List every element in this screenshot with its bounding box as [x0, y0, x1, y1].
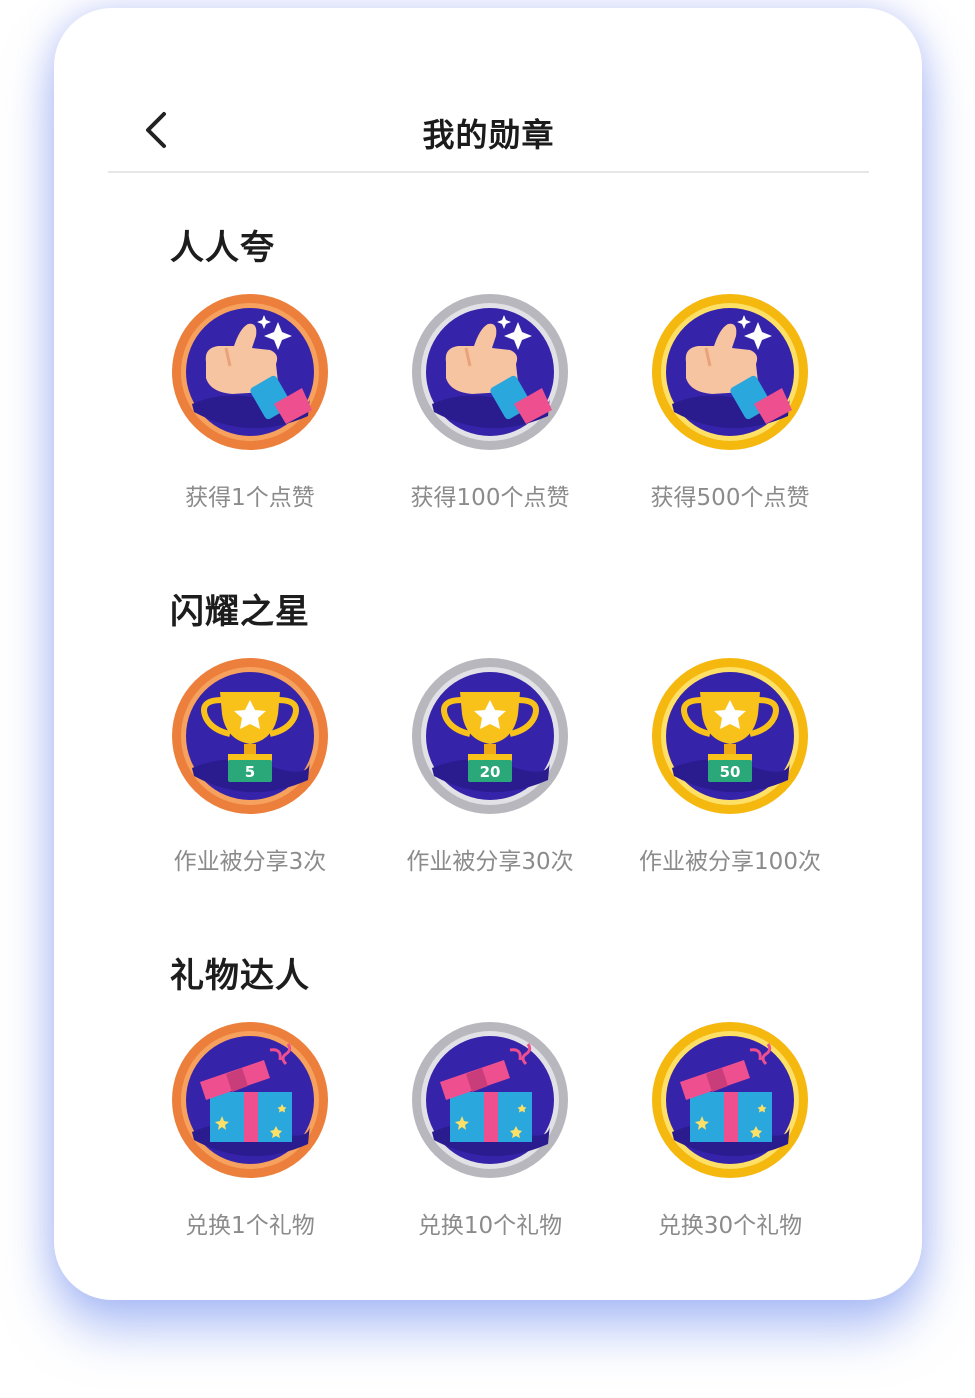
trophy-icon: 20: [412, 658, 568, 814]
nav-bar: 我的勋章: [108, 68, 869, 173]
badge-label: 作业被分享3次: [173, 849, 327, 875]
bronze-medal: [170, 1020, 330, 1180]
badge-label: 作业被分享100次: [639, 849, 821, 875]
trophy-number: 50: [720, 763, 741, 781]
gold-medal: [650, 1020, 810, 1180]
badge-gift-gold[interactable]: 兑换30个礼物: [630, 1020, 830, 1240]
page-title: 我的勋章: [422, 116, 555, 154]
bronze-medal: 5: [170, 656, 330, 816]
section-title: 闪耀之星: [170, 592, 310, 632]
trophy-icon: 50: [652, 658, 808, 814]
bronze-medal: [170, 292, 330, 452]
badge-gift-silver[interactable]: 兑换10个礼物: [390, 1020, 590, 1240]
gift-box-icon: [652, 1022, 808, 1178]
badge-label: 兑换30个礼物: [657, 1213, 803, 1239]
trophy-number: 5: [245, 763, 255, 781]
silver-medal: [410, 1020, 570, 1180]
silver-medal: [410, 292, 570, 452]
section-title: 礼物达人: [170, 956, 310, 996]
badges-screen: 我的勋章 人人夸 获得1个点赞 获得100个点赞 获得500个点赞 闪耀之星 5…: [54, 8, 922, 1300]
badge-gift-bronze[interactable]: 兑换1个礼物: [150, 1020, 350, 1240]
badge-praise-gold[interactable]: 获得500个点赞: [630, 292, 830, 512]
badge-label: 兑换1个礼物: [185, 1213, 315, 1239]
gold-medal: [650, 292, 810, 452]
thumbs-up-icon: [172, 294, 328, 450]
badge-star-silver[interactable]: 20 作业被分享30次: [390, 656, 590, 876]
badge-label: 作业被分享30次: [406, 849, 574, 875]
trophy-icon: 5: [172, 658, 328, 814]
gift-box-icon: [172, 1022, 328, 1178]
gift-box-icon: [412, 1022, 568, 1178]
section-title: 人人夸: [170, 228, 275, 268]
trophy-number: 20: [480, 763, 501, 781]
badge-label: 获得100个点赞: [410, 485, 570, 511]
gold-medal: 50: [650, 656, 810, 816]
silver-medal: 20: [410, 656, 570, 816]
thumbs-up-icon: [412, 294, 568, 450]
thumbs-up-icon: [652, 294, 808, 450]
badge-label: 获得500个点赞: [650, 485, 810, 511]
badge-label: 获得1个点赞: [185, 485, 315, 511]
badge-praise-bronze[interactable]: 获得1个点赞: [150, 292, 350, 512]
badge-label: 兑换10个礼物: [417, 1213, 563, 1239]
badge-star-gold[interactable]: 50 作业被分享100次: [630, 656, 830, 876]
badge-star-bronze[interactable]: 5 作业被分享3次: [150, 656, 350, 876]
badge-praise-silver[interactable]: 获得100个点赞: [390, 292, 590, 512]
